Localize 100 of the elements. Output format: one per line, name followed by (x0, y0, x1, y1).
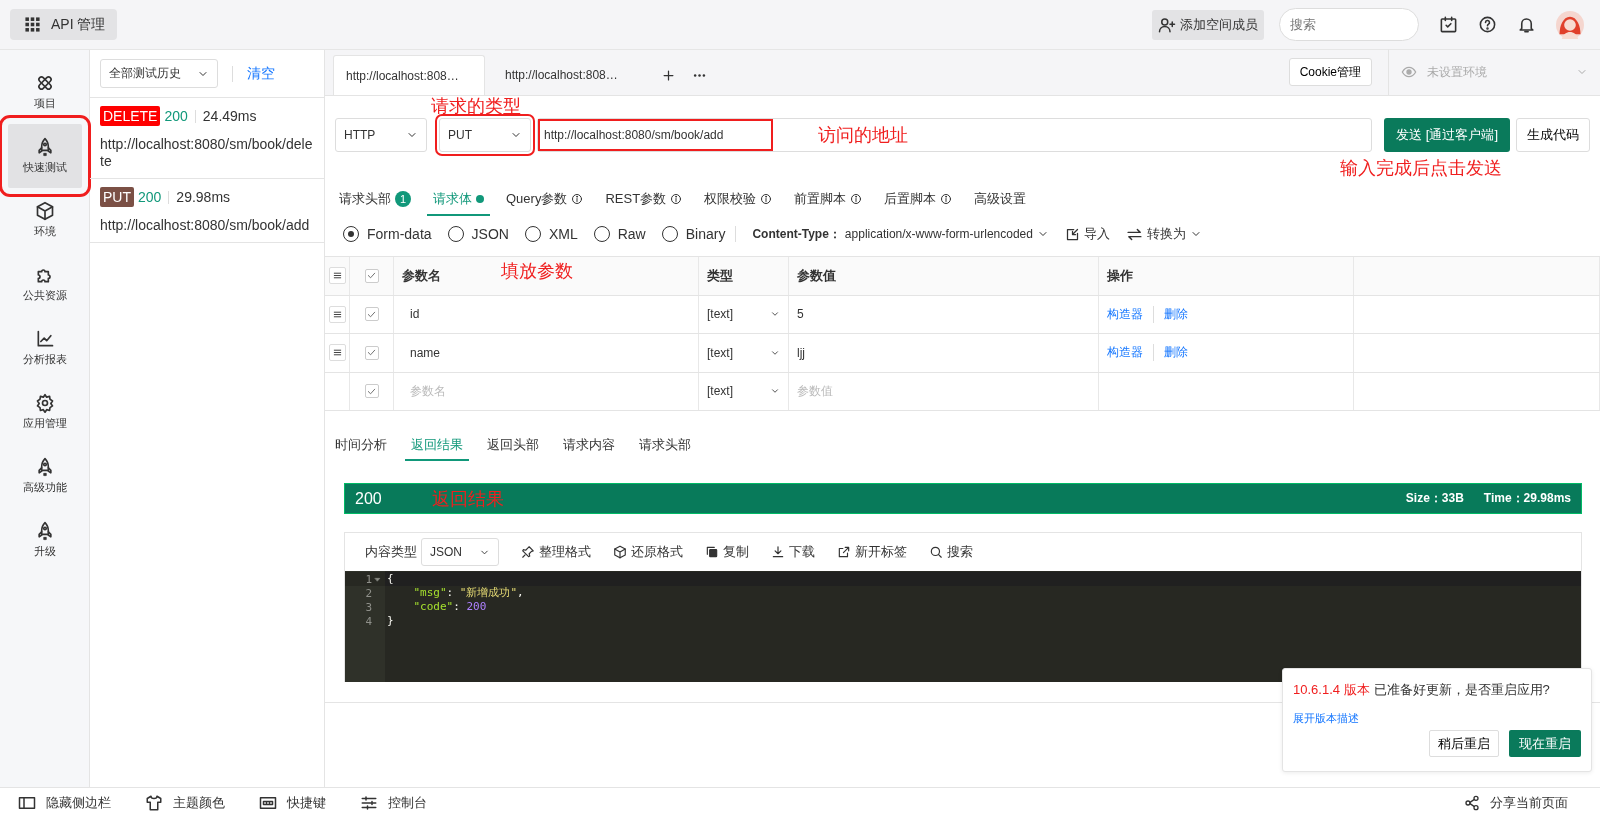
history-url[interactable]: http://localhost:8080/sm/book/delete (100, 136, 314, 170)
invite-member-button[interactable]: 添加空间成员 (1152, 9, 1264, 40)
section-tab[interactable]: Query参数 (500, 184, 590, 216)
annotation-label: 请求的类型 (431, 97, 521, 115)
footer-button[interactable]: 隐藏侧边栏 (18, 794, 111, 812)
param-name-field[interactable]: name (402, 345, 441, 360)
app-menu-button[interactable]: API 管理 (10, 9, 118, 40)
external-link-icon (837, 545, 851, 559)
plus-icon[interactable] (661, 67, 676, 83)
toolbar-button[interactable]: 复制 (705, 543, 749, 561)
checkbox[interactable] (364, 384, 379, 399)
download-icon (771, 545, 785, 559)
column-header: 操作 (1107, 266, 1133, 285)
request-tab[interactable]: http://localhost:808… (333, 55, 485, 95)
pin-icon (521, 545, 535, 559)
radio-option[interactable]: XML (524, 226, 578, 242)
param-value-field[interactable]: ljj (797, 345, 805, 360)
method-badge: PUT (100, 187, 134, 207)
status-code: 200 (164, 108, 188, 124)
response-tab[interactable]: 返回头部 (481, 431, 545, 461)
notification-icon[interactable] (1517, 15, 1536, 34)
param-value-field[interactable]: 5 (797, 307, 804, 322)
type-dropdown[interactable]: [text] (707, 307, 780, 322)
sidebar-item[interactable]: 分析报表 (7, 316, 82, 380)
toolbar-button[interactable]: 新开标签 (837, 543, 907, 561)
request-tab[interactable]: http://localhost:808… (493, 55, 645, 95)
annotation-label: 访问的地址 (818, 124, 908, 147)
protocol-dropdown[interactable]: HTTP (335, 118, 427, 152)
user-plus-icon (1158, 15, 1176, 34)
cookie-button[interactable]: Cookie管理 (1288, 58, 1372, 86)
sidebar-item[interactable]: 高级功能 (7, 444, 82, 508)
toolbar-button[interactable]: 下载 (771, 543, 815, 561)
restart-now-button[interactable]: 现在重启 (1509, 730, 1581, 757)
type-dropdown[interactable]: [text] (707, 384, 780, 399)
param-name-field[interactable]: id (402, 307, 420, 322)
radio-option[interactable]: Form-data (343, 226, 432, 242)
method-badge: DELETE (100, 106, 161, 126)
checkbox[interactable] (364, 307, 379, 322)
eye-icon (1401, 64, 1417, 80)
annotation-label: 填放参数 (501, 259, 573, 283)
content-type-dropdown[interactable]: Content-Type： application/x-www-form-urlencoded (752, 225, 1049, 243)
action-link[interactable]: 删除 (1153, 305, 1198, 323)
cube-icon (34, 201, 55, 221)
shirt-icon (145, 794, 163, 812)
convert-button[interactable]: 转换为 (1125, 225, 1202, 243)
history-filter-dropdown[interactable]: 全部测试历史 (100, 59, 218, 88)
history-url[interactable]: http://localhost:8080/sm/book/add (100, 217, 314, 234)
format-dropdown[interactable]: JSON (421, 538, 499, 566)
send-button[interactable]: 发送 [通过客户端] (1384, 118, 1510, 152)
release-notes-link[interactable]: 展开版本描述 (1293, 711, 1359, 726)
sidebar-item[interactable]: 环境 (7, 188, 82, 252)
radio-option[interactable]: Raw (593, 226, 646, 242)
toolbar-button[interactable]: 整理格式 (521, 543, 591, 561)
radio-option[interactable]: Binary (661, 226, 726, 242)
footer-button[interactable]: 主题颜色 (145, 794, 225, 812)
search-icon (929, 545, 943, 559)
clear-link[interactable]: 清空 (247, 64, 275, 83)
action-link[interactable]: 构造器 (1107, 344, 1153, 362)
restart-later-button[interactable]: 稍后重启 (1429, 730, 1499, 757)
response-tab[interactable]: 请求头部 (633, 431, 697, 461)
toolbar-button[interactable]: 还原格式 (613, 543, 683, 561)
toolbar-button[interactable]: 搜索 (929, 543, 973, 561)
menu-icon[interactable] (328, 267, 346, 285)
section-tab[interactable]: 高级设置 (968, 184, 1033, 216)
action-link[interactable]: 构造器 (1107, 305, 1153, 323)
footer-button[interactable]: 快捷键 (259, 794, 326, 812)
response-tab[interactable]: 请求内容 (557, 431, 621, 461)
section-tab[interactable]: 前置脚本 (788, 184, 869, 216)
sidebar-item[interactable]: 快速测试 (7, 124, 82, 188)
response-tab[interactable]: 时间分析 (329, 431, 393, 461)
avatar[interactable] (1556, 10, 1584, 39)
line-number: 2 (365, 586, 372, 600)
calendar-check-icon[interactable] (1439, 15, 1458, 34)
drag-handle[interactable] (328, 305, 346, 323)
section-tab[interactable]: 请求头部 1 (333, 184, 417, 216)
footer-button[interactable]: 控制台 (360, 794, 427, 812)
sidebar-item[interactable]: 应用管理 (7, 380, 82, 444)
section-tab[interactable]: REST参数 (599, 184, 689, 216)
checkbox[interactable] (364, 268, 379, 283)
drag-handle[interactable] (328, 344, 346, 362)
type-dropdown[interactable]: [text] (707, 345, 780, 360)
section-tab[interactable]: 后置脚本 (878, 184, 959, 216)
action-link[interactable]: 删除 (1153, 344, 1198, 362)
section-tab[interactable]: 权限校验 (698, 184, 779, 216)
search-field[interactable]: 搜索 (1279, 8, 1419, 41)
radio-option[interactable]: JSON (447, 226, 509, 242)
code-line: "code": 200 (412, 600, 488, 614)
section-tab[interactable]: 请求体 (427, 184, 490, 216)
help-icon[interactable] (1478, 15, 1497, 34)
checkbox[interactable] (364, 345, 379, 360)
sidebar-item[interactable]: 项目 (7, 60, 82, 124)
import-button[interactable]: 导入 (1064, 225, 1110, 243)
annotation-label: 输入完成后点击发送 (1340, 157, 1502, 180)
sidebar-item[interactable]: 公共资源 (7, 252, 82, 316)
annotation-label: 返回结果 (431, 487, 504, 511)
share-button[interactable]: 分享当前页面 (1464, 794, 1568, 812)
sidebar-item[interactable]: 升级 (7, 508, 82, 572)
response-tab[interactable]: 返回结果 (405, 431, 469, 461)
fold-icon[interactable] (374, 575, 381, 583)
generate-code-button[interactable]: 生成代码 (1516, 118, 1590, 152)
